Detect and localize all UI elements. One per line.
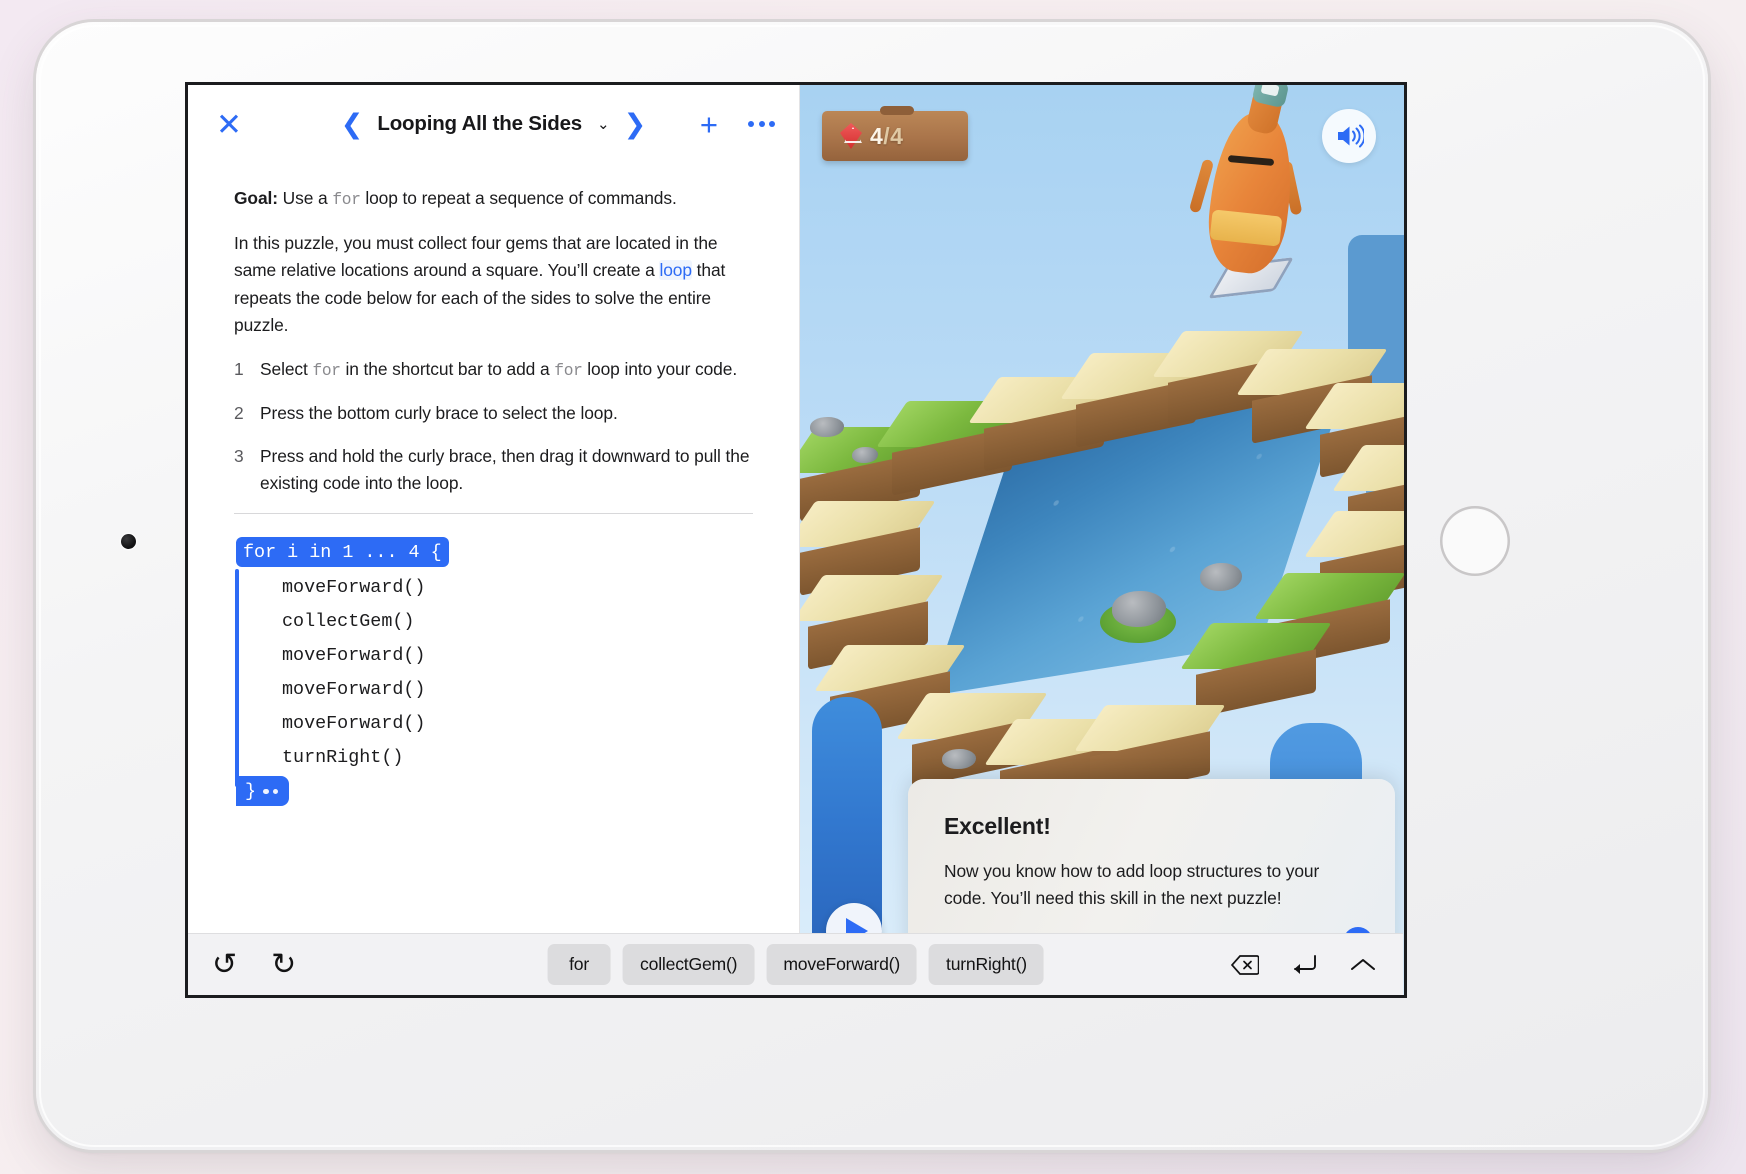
gem-total-count: /4 [883, 122, 904, 149]
page-title: Looping All the Sides [377, 112, 583, 135]
platform-tile [1180, 623, 1332, 718]
goal-paragraph: Goal: Use a for loop to repeat a sequenc… [234, 185, 753, 214]
goal-text-a: Use a [277, 188, 333, 208]
gem-collected-count: 4 [870, 122, 884, 149]
home-button[interactable] [1440, 506, 1510, 576]
loop-scope-rail [235, 569, 239, 788]
intro-text-a: In this puzzle, you must collect four ge… [234, 232, 718, 281]
code-line-for[interactable]: for i in 1 ... 4 { [236, 536, 753, 570]
byte-character [1188, 85, 1308, 305]
list-item: 3 Press and hold the curly brace, then d… [234, 443, 753, 497]
closing-brace-drag-handle[interactable]: } [236, 776, 290, 807]
list-item: 1 Select for in the shortcut bar to add … [234, 356, 753, 384]
shortcut-bar: ↺ ↻ for collectGem() moveForward() turnR… [188, 933, 1403, 995]
platform-tile [800, 501, 936, 596]
step-number: 3 [234, 446, 244, 466]
code-line[interactable]: moveForward() [236, 638, 753, 672]
gem-counter-sign: 4/4 [822, 106, 968, 161]
drag-dots-icon [263, 788, 279, 795]
document-pane: ✕ ❮ Looping All the Sides ⌄ ❯ + Goal: Us… [188, 85, 1403, 995]
step-text: Select for in the shortcut bar to add a … [260, 356, 737, 384]
platform-tile [1074, 705, 1226, 800]
step-text-a: Select [260, 358, 313, 379]
goal-label: Goal: [234, 188, 278, 208]
step-text: Press and hold the curly brace, then dra… [260, 446, 750, 494]
step-code-a: for [312, 361, 341, 380]
chevron-up-icon[interactable] [1349, 957, 1377, 973]
loop-glossary-link[interactable]: loop [659, 260, 692, 281]
character-body [1202, 108, 1300, 278]
chevron-right-icon[interactable]: ❯ [624, 110, 647, 138]
document-toolbar: ✕ ❮ Looping All the Sides ⌄ ❯ + [188, 85, 799, 163]
code-line[interactable]: moveForward() [236, 706, 753, 740]
ipad-device: ✕ ❮ Looping All the Sides ⌄ ❯ + Goal: Us… [36, 22, 1708, 1150]
puzzle-scene[interactable]: 4/4 Excellent! Now you know how to add l… [800, 85, 1404, 995]
swift-playgrounds-app: ✕ ❮ Looping All the Sides ⌄ ❯ + Goal: Us… [185, 82, 1407, 998]
code-line[interactable]: moveForward() [236, 570, 753, 604]
chevron-down-icon[interactable]: ⌄ [597, 115, 610, 133]
return-key-icon[interactable] [1291, 954, 1317, 976]
chip-turn-right[interactable]: turnRight() [929, 944, 1044, 985]
step-number: 2 [234, 402, 244, 423]
undo-redo-group: ↺ ↻ [212, 949, 296, 980]
for-loop-header-selected[interactable]: for i in 1 ... 4 { [236, 537, 449, 568]
step-text: Press the bottom curly brace to select t… [260, 402, 618, 423]
close-x-icon[interactable]: ✕ [212, 109, 246, 140]
goal-code-for: for [332, 191, 361, 209]
front-camera-icon [121, 534, 136, 549]
backspace-icon[interactable] [1231, 954, 1259, 975]
chip-for[interactable]: for [547, 944, 612, 985]
popup-title: Excellent! [944, 813, 1051, 840]
chip-move-forward[interactable]: moveForward() [766, 944, 917, 985]
redo-arrow-icon[interactable]: ↻ [271, 949, 296, 980]
chip-collect-gem[interactable]: collectGem() [623, 944, 755, 985]
plus-icon[interactable]: + [700, 109, 718, 140]
step-number: 1 [234, 358, 244, 379]
speaker-on-icon[interactable] [1322, 109, 1376, 163]
code-line[interactable]: collectGem() [236, 604, 753, 638]
section-divider [234, 513, 753, 515]
code-line-closing-brace[interactable]: } [236, 774, 753, 808]
closing-brace-glyph: } [245, 780, 257, 802]
step-text-c: loop into your code. [582, 358, 738, 379]
steps-list: 1 Select for in the shortcut bar to add … [234, 356, 753, 498]
undo-arrow-icon[interactable]: ↺ [212, 949, 237, 980]
intro-paragraph: In this puzzle, you must collect four ge… [234, 230, 753, 340]
toolbar-right-group: + [700, 109, 775, 140]
step-code-b: for [554, 361, 583, 380]
keyboard-controls [1231, 954, 1377, 976]
document-body: Goal: Use a for loop to repeat a sequenc… [188, 163, 799, 995]
step-text-b: in the shortcut bar to add a [340, 358, 555, 379]
gem-icon [840, 123, 862, 149]
code-editor[interactable]: for i in 1 ... 4 { moveForward() collect… [234, 536, 753, 808]
code-line[interactable]: turnRight() [236, 740, 753, 774]
list-item: 2 Press the bottom curly brace to select… [234, 400, 753, 427]
code-line[interactable]: moveForward() [236, 672, 753, 706]
gem-counter-value: 4/4 [870, 123, 903, 150]
popup-body: Now you know how to add loop structures … [944, 861, 1320, 909]
code-shortcut-chips: for collectGem() moveForward() turnRight… [547, 944, 1044, 985]
goal-text-b: loop to repeat a sequence of commands. [360, 188, 677, 208]
chevron-left-icon[interactable]: ❮ [341, 110, 364, 138]
ellipsis-icon[interactable] [748, 121, 775, 127]
document-nav: ❮ Looping All the Sides ⌄ ❯ [341, 110, 647, 138]
